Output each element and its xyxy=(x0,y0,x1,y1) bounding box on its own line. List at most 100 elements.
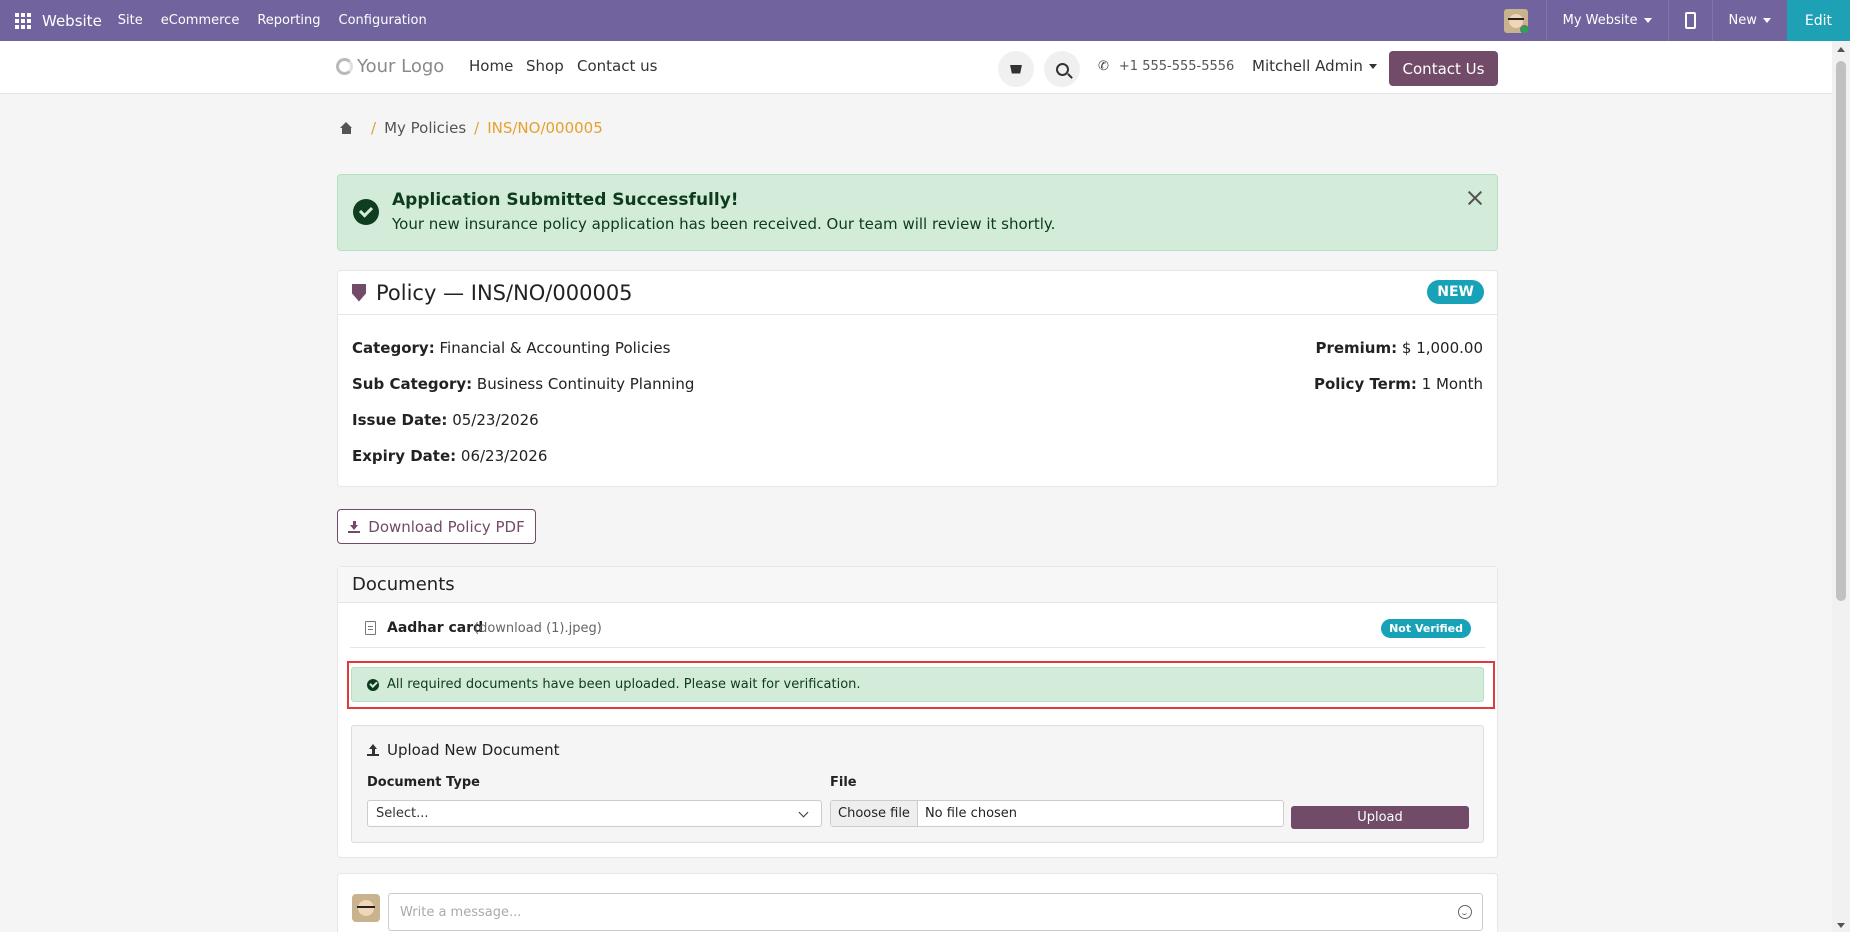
status-badge: NEW xyxy=(1427,280,1484,304)
alert-message: Your new insurance policy application ha… xyxy=(392,215,1056,233)
breadcrumb-separator: / xyxy=(371,119,377,137)
success-alert: Application Submitted Successfully! Your… xyxy=(337,174,1498,251)
user-dropdown[interactable]: Mitchell Admin xyxy=(1252,57,1377,75)
caret-down-icon xyxy=(1368,63,1377,69)
edit-button[interactable]: Edit xyxy=(1786,0,1850,41)
home-icon[interactable] xyxy=(340,122,353,134)
page-scrollbar[interactable] xyxy=(1832,41,1850,932)
field-value: $ 1,000.00 xyxy=(1401,339,1483,357)
apps-grid-icon[interactable] xyxy=(12,10,34,32)
search-button[interactable] xyxy=(1044,51,1080,87)
shield-icon xyxy=(352,283,366,302)
message-input[interactable]: Write a message... xyxy=(388,893,1483,931)
documents-uploaded-notice: All required documents have been uploade… xyxy=(351,667,1484,702)
close-icon[interactable] xyxy=(1467,190,1483,206)
admin-navbar: Website Site eCommerce Reporting Configu… xyxy=(0,0,1850,41)
policy-header: Policy — INS/NO/000005 NEW xyxy=(338,271,1497,315)
breadcrumb-my-policies[interactable]: My Policies xyxy=(384,119,466,137)
file-input[interactable]: Choose file No file chosen xyxy=(830,800,1284,827)
choose-file-button[interactable]: Choose file xyxy=(831,801,918,826)
new-content-dropdown[interactable]: New xyxy=(1711,0,1787,41)
document-type-select[interactable]: Select... xyxy=(367,800,822,827)
breadcrumb: / My Policies / INS/NO/000005 xyxy=(340,119,603,137)
menu-configuration[interactable]: Configuration xyxy=(339,13,427,28)
scroll-down-icon[interactable] xyxy=(1837,923,1845,928)
field-sub-category: Sub Category: Business Continuity Planni… xyxy=(352,375,694,393)
cart-button[interactable] xyxy=(998,51,1034,87)
upload-title: Upload New Document xyxy=(367,741,560,759)
document-row: Aadhar card (download (1).jpeg) Not Veri… xyxy=(350,611,1485,648)
file-label: File xyxy=(830,775,857,790)
check-circle-icon xyxy=(353,199,379,225)
document-type-value: Select... xyxy=(376,806,429,821)
upload-button[interactable]: Upload xyxy=(1291,806,1469,829)
emoji-icon[interactable] xyxy=(1458,905,1472,919)
phone-link[interactable]: ✆ +1 555-555-5556 xyxy=(1098,59,1234,74)
my-website-label: My Website xyxy=(1562,13,1638,28)
caret-down-icon xyxy=(1643,18,1652,23)
upload-title-text: Upload New Document xyxy=(387,741,560,759)
breadcrumb-current: INS/NO/000005 xyxy=(487,119,603,137)
message-placeholder: Write a message... xyxy=(400,905,522,920)
field-label: Policy Term: xyxy=(1313,375,1417,393)
my-website-dropdown[interactable]: My Website xyxy=(1545,0,1668,41)
mobile-preview-button[interactable] xyxy=(1667,0,1712,41)
field-category: Category: Financial & Accounting Policie… xyxy=(352,339,670,357)
search-icon xyxy=(1055,62,1069,76)
download-icon xyxy=(348,520,361,533)
alert-title: Application Submitted Successfully! xyxy=(392,190,739,210)
field-premium: Premium: $ 1,000.00 xyxy=(1315,339,1483,357)
phone-icon: ✆ xyxy=(1098,59,1109,74)
contact-us-button[interactable]: Contact Us xyxy=(1389,51,1498,86)
menu-ecommerce[interactable]: eCommerce xyxy=(161,13,240,28)
user-avatar[interactable] xyxy=(1503,8,1528,33)
site-logo[interactable]: Your Logo xyxy=(336,56,444,77)
cart-icon xyxy=(1010,64,1022,74)
site-header: Your Logo Home Shop Contact us ✆ +1 555-… xyxy=(0,41,1832,94)
policy-title: Policy — INS/NO/000005 xyxy=(376,280,633,305)
field-value: Financial & Accounting Policies xyxy=(439,339,671,357)
file-icon xyxy=(365,621,376,635)
admin-brand[interactable]: Website xyxy=(42,12,102,30)
field-label: Sub Category: xyxy=(352,375,473,393)
nav-contact-us[interactable]: Contact us xyxy=(577,57,657,75)
logo-text: Your Logo xyxy=(357,56,445,77)
phone-number: +1 555-555-5556 xyxy=(1118,59,1235,74)
notice-text: All required documents have been uploade… xyxy=(387,677,861,692)
mobile-icon xyxy=(1684,12,1696,29)
field-label: Category: xyxy=(352,339,435,357)
document-filename[interactable]: (download (1).jpeg) xyxy=(474,621,602,636)
upload-icon xyxy=(367,744,379,756)
menu-site[interactable]: Site xyxy=(118,13,143,28)
document-name: Aadhar card xyxy=(387,620,484,636)
field-label: Issue Date: xyxy=(352,411,448,429)
scroll-up-icon[interactable] xyxy=(1837,47,1845,52)
menu-reporting[interactable]: Reporting xyxy=(257,13,320,28)
nav-shop[interactable]: Shop xyxy=(526,57,564,75)
download-label: Download Policy PDF xyxy=(368,517,525,536)
check-circle-icon xyxy=(367,678,379,691)
field-value: 05/23/2026 xyxy=(452,411,539,429)
upload-document-form: Upload New Document Document Type File S… xyxy=(351,725,1484,843)
field-label: Premium: xyxy=(1315,339,1398,357)
verification-badge: Not Verified xyxy=(1381,619,1471,638)
file-status: No file chosen xyxy=(924,806,1018,821)
field-label: Expiry Date: xyxy=(352,447,457,465)
field-expiry-date: Expiry Date: 06/23/2026 xyxy=(352,447,547,465)
online-status-icon xyxy=(1519,24,1528,33)
user-name: Mitchell Admin xyxy=(1252,57,1363,75)
download-policy-pdf-button[interactable]: Download Policy PDF xyxy=(337,509,536,544)
field-value: 06/23/2026 xyxy=(460,447,548,465)
scroll-thumb[interactable] xyxy=(1836,61,1846,601)
policy-card: Policy — INS/NO/000005 NEW Category: Fin… xyxy=(337,270,1498,487)
breadcrumb-separator: / xyxy=(474,119,480,137)
chevron-down-icon xyxy=(798,807,809,818)
document-type-label: Document Type xyxy=(367,775,480,790)
field-value: 1 Month xyxy=(1421,375,1483,393)
avatar xyxy=(352,894,380,922)
admin-navbar-right: My Website New Edit xyxy=(1503,0,1850,41)
field-policy-term: Policy Term: 1 Month xyxy=(1314,375,1483,393)
logo-icon xyxy=(336,58,353,75)
field-issue-date: Issue Date: 05/23/2026 xyxy=(352,411,539,429)
nav-home[interactable]: Home xyxy=(469,57,513,75)
